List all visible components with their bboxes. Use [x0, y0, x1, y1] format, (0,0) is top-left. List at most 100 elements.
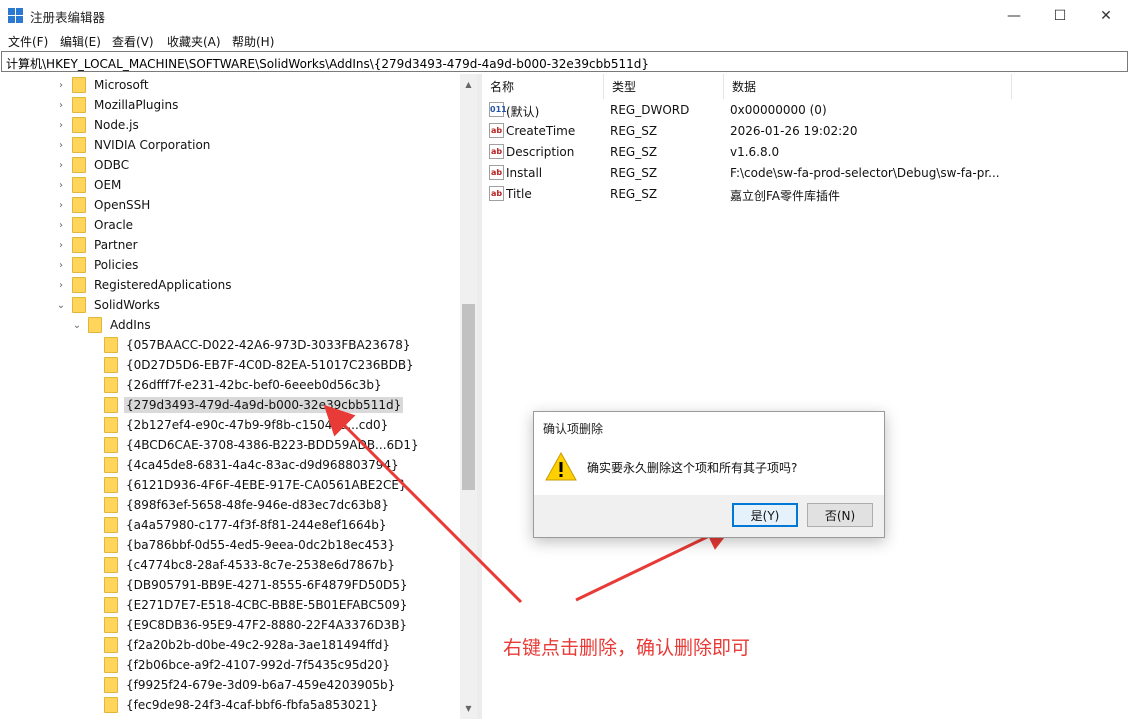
- collapsed-chevron-icon[interactable]: [88, 695, 98, 715]
- collapsed-chevron-icon[interactable]: ›: [56, 95, 66, 115]
- tree-item[interactable]: › OpenSSH: [56, 195, 152, 215]
- menu-edit[interactable]: 编辑(E): [60, 33, 101, 50]
- tree-item[interactable]: {E9C8DB36-95E9-47F2-8880-22F4A3376D3B}: [88, 615, 409, 635]
- collapsed-chevron-icon[interactable]: [88, 335, 98, 355]
- collapsed-chevron-icon[interactable]: [88, 375, 98, 395]
- collapsed-chevron-icon[interactable]: ›: [56, 195, 66, 215]
- maximize-button[interactable]: ☐: [1037, 0, 1083, 31]
- tree-item[interactable]: {f2a20b2b-d0be-49c2-928a-3ae181494ffd}: [88, 635, 392, 655]
- value-row[interactable]: ab Install REG_SZ F:\code\sw-fa-prod-select…: [482, 163, 1129, 184]
- tree-item[interactable]: › RegisteredApplications: [56, 275, 233, 295]
- tree-item[interactable]: › ODBC: [56, 155, 131, 175]
- folder-icon: [72, 257, 86, 273]
- collapsed-chevron-icon[interactable]: [88, 515, 98, 535]
- collapsed-chevron-icon[interactable]: ›: [56, 235, 66, 255]
- menu-help[interactable]: 帮助(H): [232, 33, 274, 50]
- confirm-delete-dialog: 确认项删除 确实要永久删除这个项和所有其子项吗? 是(Y) 否(N): [533, 411, 885, 538]
- expanded-chevron-icon[interactable]: ⌄: [56, 295, 66, 315]
- no-button[interactable]: 否(N): [807, 503, 873, 527]
- collapsed-chevron-icon[interactable]: ›: [56, 155, 66, 175]
- tree-item-label: Microsoft: [94, 78, 149, 92]
- tree-item[interactable]: › NVIDIA Corporation: [56, 135, 212, 155]
- collapsed-chevron-icon[interactable]: [88, 415, 98, 435]
- tree-item[interactable]: › Policies: [56, 255, 140, 275]
- menu-view[interactable]: 查看(V): [112, 33, 154, 50]
- tree-item[interactable]: {057BAACC-D022-42A6-973D-3033FBA23678}: [88, 335, 412, 355]
- tree-scrollbar[interactable]: ▲ ▼: [460, 74, 477, 719]
- tree-item-label: ODBC: [94, 158, 130, 172]
- tree-item[interactable]: {fec9de98-24f3-4caf-bbf6-fbfa5a853021}: [88, 695, 380, 715]
- tree-item[interactable]: {c4774bc8-28af-4533-8c7e-2538e6d7867b}: [88, 555, 397, 575]
- address-bar[interactable]: 计算机\HKEY_LOCAL_MACHINE\SOFTWARE\SolidWor…: [1, 51, 1128, 72]
- collapsed-chevron-icon[interactable]: ›: [56, 275, 66, 295]
- tree-item[interactable]: › OEM: [56, 175, 123, 195]
- folder-icon: [88, 317, 102, 333]
- collapsed-chevron-icon[interactable]: [88, 635, 98, 655]
- tree-item-label: {fec9de98-24f3-4caf-bbf6-fbfa5a853021}: [126, 698, 379, 712]
- tree-item-label: {a4a57980-c177-4f3f-8f81-244e8ef1664b}: [126, 518, 387, 532]
- tree-item[interactable]: › Oracle: [56, 215, 135, 235]
- collapsed-chevron-icon[interactable]: [88, 455, 98, 475]
- collapsed-chevron-icon[interactable]: [88, 355, 98, 375]
- tree-item[interactable]: {ba786bbf-0d55-4ed5-9eea-0dc2b18ec453}: [88, 535, 397, 555]
- value-name: Install: [506, 166, 543, 180]
- tree-item[interactable]: {E271D7E7-E518-4CBC-BB8E-5B01EFABC509}: [88, 595, 409, 615]
- collapsed-chevron-icon[interactable]: [88, 435, 98, 455]
- value-row[interactable]: ab Description REG_SZ v1.6.8.0: [482, 142, 1129, 163]
- tree-item[interactable]: {DB905791-BB9E-4271-8555-6F4879FD50D5}: [88, 575, 410, 595]
- value-row[interactable]: ab CreateTime REG_SZ 2026-01-26 19:02:20: [482, 121, 1129, 142]
- tree-item[interactable]: {26dfff7f-e231-42bc-bef0-6eeeb0d56c3b}: [88, 375, 384, 395]
- scrollbar-thumb[interactable]: [462, 304, 475, 490]
- close-icon: ✕: [1100, 7, 1112, 24]
- tree-item[interactable]: {279d3493-479d-4a9d-b000-32e39cbb511d}: [88, 395, 404, 415]
- tree-item[interactable]: {f2b06bce-a9f2-4107-992d-7f5435c95d20}: [88, 655, 392, 675]
- tree-item[interactable]: {0D27D5D6-EB7F-4C0D-82EA-51017C236BDB}: [88, 355, 416, 375]
- tree-item[interactable]: {f9925f24-679e-3d09-b6a7-459e4203905b}: [88, 675, 397, 695]
- tree-item[interactable]: {898f63ef-5658-48fe-946e-d83ec7dc63b8}: [88, 495, 391, 515]
- value-row[interactable]: 011 (默认) REG_DWORD 0x00000000 (0): [482, 100, 1129, 121]
- tree-item[interactable]: {a4a57980-c177-4f3f-8f81-244e8ef1664b}: [88, 515, 388, 535]
- tree-item[interactable]: {6121D936-4F6F-4EBE-917E-CA0561ABE2CE}: [88, 475, 409, 495]
- tree-item[interactable]: {4BCD6CAE-3708-4386-B223-BDD59ADB...6D1}: [88, 435, 421, 455]
- collapsed-chevron-icon[interactable]: ›: [56, 135, 66, 155]
- collapsed-chevron-icon[interactable]: [88, 655, 98, 675]
- scroll-down-icon[interactable]: ▼: [460, 700, 477, 717]
- tree-item[interactable]: › Node.js: [56, 115, 141, 135]
- column-name[interactable]: 名称: [482, 74, 604, 99]
- collapsed-chevron-icon[interactable]: [88, 595, 98, 615]
- collapsed-chevron-icon[interactable]: ›: [56, 215, 66, 235]
- value-row[interactable]: ab Title REG_SZ 嘉立创FA零件库插件: [482, 184, 1129, 205]
- value-data: 2026-01-26 19:02:20: [730, 124, 858, 138]
- tree-item[interactable]: › Partner: [56, 235, 140, 255]
- collapsed-chevron-icon[interactable]: ›: [56, 75, 66, 95]
- collapsed-chevron-icon[interactable]: ›: [56, 255, 66, 275]
- collapsed-chevron-icon[interactable]: ›: [56, 115, 66, 135]
- collapsed-chevron-icon[interactable]: [88, 495, 98, 515]
- menu-favorites[interactable]: 收藏夹(A): [167, 33, 221, 50]
- column-type[interactable]: 类型: [604, 74, 724, 99]
- scroll-up-icon[interactable]: ▲: [460, 76, 477, 93]
- expanded-chevron-icon[interactable]: ⌄: [72, 315, 82, 335]
- collapsed-chevron-icon[interactable]: [88, 575, 98, 595]
- tree-item[interactable]: ⌄ SolidWorks: [56, 295, 162, 315]
- tree-item-label: {E9C8DB36-95E9-47F2-8880-22F4A3376D3B}: [126, 618, 408, 632]
- collapsed-chevron-icon[interactable]: [88, 475, 98, 495]
- tree-item[interactable]: {4ca45de8-6831-4a4c-83ac-d9d968803794}: [88, 455, 401, 475]
- minimize-button[interactable]: —: [991, 0, 1037, 31]
- tree-item[interactable]: › Microsoft: [56, 75, 151, 95]
- collapsed-chevron-icon[interactable]: [88, 395, 98, 415]
- folder-icon: [72, 277, 86, 293]
- tree-item[interactable]: › MozillaPlugins: [56, 95, 180, 115]
- collapsed-chevron-icon[interactable]: [88, 675, 98, 695]
- close-button[interactable]: ✕: [1083, 0, 1129, 31]
- collapsed-chevron-icon[interactable]: [88, 535, 98, 555]
- menu-file[interactable]: 文件(F): [8, 33, 48, 50]
- collapsed-chevron-icon[interactable]: ›: [56, 175, 66, 195]
- collapsed-chevron-icon[interactable]: [88, 555, 98, 575]
- tree-item[interactable]: ⌄ AddIns: [72, 315, 153, 335]
- column-data[interactable]: 数据: [724, 74, 1012, 99]
- yes-button[interactable]: 是(Y): [732, 503, 798, 527]
- tree-item[interactable]: {2b127ef4-e90c-47b9-9f8b-c15040a...cd0}: [88, 415, 390, 435]
- folder-icon: [104, 697, 118, 713]
- collapsed-chevron-icon[interactable]: [88, 615, 98, 635]
